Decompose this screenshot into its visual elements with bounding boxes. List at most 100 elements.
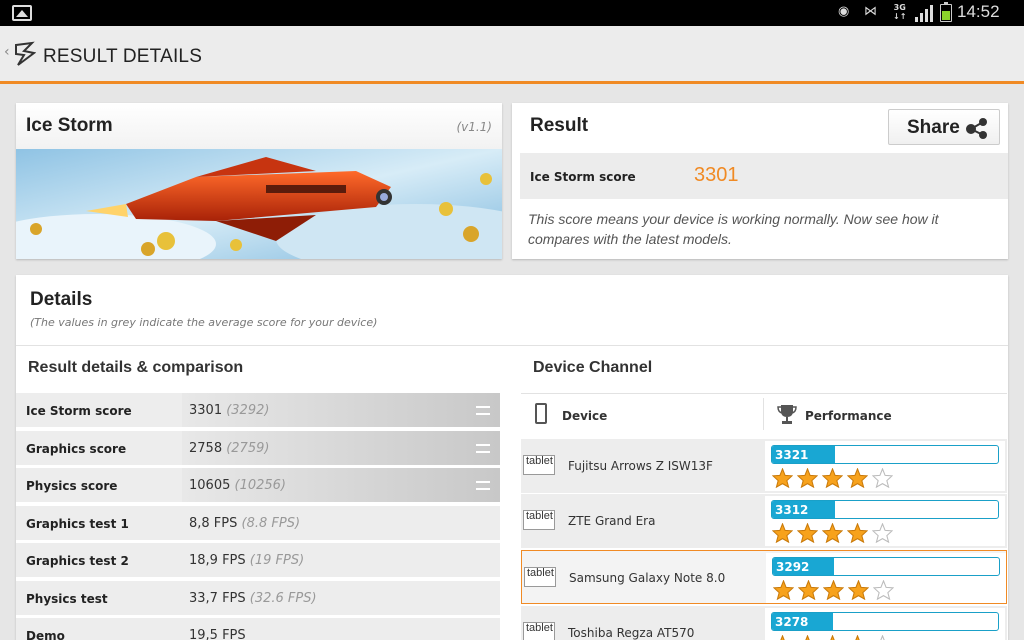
star-rating [772,579,898,601]
mute-icon: ⋈ [864,4,877,19]
device-score: 3312 [775,503,809,517]
3dmark-logo-icon[interactable] [14,41,36,67]
result-detail-value: 3301 (3292) [189,403,270,418]
benchmark-card: Ice Storm (v1.1) [16,103,502,259]
result-detail-label: Demo [26,629,65,640]
result-detail-value: 18,9 FPS (19 FPS) [189,553,305,568]
score-bar: 3321 [771,445,999,464]
device-thumbnail: tablet [523,455,555,475]
star-empty-icon [872,579,895,601]
star-filled-icon [772,634,793,640]
star-filled-icon [771,467,794,489]
star-empty-icon [871,467,894,489]
device-row[interactable]: tablet ZTE Grand Era 3312 [521,494,1007,548]
result-title: Result [530,115,589,136]
performance-cell: 3278 [765,608,1005,640]
phone-icon [535,403,547,424]
performance-cell: 3292 [766,553,1006,603]
back-chevron-icon[interactable]: ‹ [4,44,10,60]
device-thumbnail: tablet [524,567,556,587]
device-score: 3321 [775,448,809,462]
expand-icon[interactable] [476,443,490,453]
star-filled-icon [847,634,868,640]
average-value: (2759) [226,440,270,456]
result-detail-value: 19,5 FPS [189,628,246,640]
app-bar: ‹ RESULT DETAILS [0,26,1024,84]
device-thumbnail: tablet [523,622,555,640]
result-detail-value: 8,8 FPS (8.8 FPS) [189,515,301,531]
star-rating [772,634,897,640]
details-card: Details (The values in grey indicate the… [16,275,1008,640]
device-thumbnail: tablet [523,510,555,530]
share-button-label: Share [907,117,960,138]
expand-icon[interactable] [476,481,490,490]
star-rating [771,522,897,544]
trophy-icon [777,405,797,424]
result-detail-label: Graphics test 1 [26,516,129,531]
star-filled-icon [821,467,844,489]
result-detail-row[interactable]: Graphics score 2758 (2759) [16,430,500,467]
smart-stay-eye-icon: ◉ [838,4,850,19]
star-filled-icon [821,522,844,544]
ice-storm-banner-image [16,149,502,259]
result-detail-row: Demo 19,5 FPS [16,618,500,640]
device-column-label: Device [562,409,608,423]
result-detail-label: Physics test [26,591,108,606]
score-bar: 3278 [771,612,999,631]
result-detail-row[interactable]: Ice Storm score 3301 (3292) [16,393,500,429]
star-filled-icon [846,467,869,489]
benchmark-version: (v1.1) [456,120,492,134]
score-bar: 3312 [771,500,999,519]
score-bar: 3292 [772,557,1000,576]
result-card: Result Share Ice Storm score 3301 This s… [512,103,1008,259]
star-filled-icon [846,522,869,544]
device-channel-header: Device Performance [521,393,1007,433]
score-row: Ice Storm score 3301 [520,153,1008,199]
device-channel-title: Device Channel [533,359,653,376]
star-filled-icon [771,522,794,544]
average-value: (8.8 FPS) [241,515,301,531]
divider [763,398,764,430]
score-value: 3301 [694,164,739,186]
clock: 14:52 [957,2,1000,21]
star-filled-icon [797,634,818,640]
result-detail-value: 2758 (2759) [189,440,270,456]
device-score: 3278 [775,615,809,629]
star-empty-icon [872,634,893,640]
device-name: Fujitsu Arrows Z ISW13F [568,459,713,473]
star-empty-icon [871,522,894,544]
expand-icon[interactable] [476,406,490,415]
divider [16,345,1008,346]
device-score: 3292 [776,560,810,574]
page-title: RESULT DETAILS [43,46,203,67]
result-detail-row: Physics test 33,7 FPS (32.6 FPS) [16,580,500,617]
share-button[interactable]: Share [888,109,1000,145]
result-detail-value: 10605 (10256) [189,478,286,493]
performance-cell: 3312 [765,496,1005,546]
device-row-current[interactable]: tablet Samsung Galaxy Note 8.0 3292 [521,550,1007,604]
performance-cell: 3321 [765,441,1005,491]
details-title: Details [30,289,93,310]
result-detail-row[interactable]: Physics score 10605 (10256) [16,468,500,504]
average-value: (19 FPS) [249,553,305,568]
star-filled-icon [797,579,820,601]
network-type: 3G ↓↑ [893,3,907,21]
device-row[interactable]: tablet Fujitsu Arrows Z ISW13F 3321 [521,439,1007,493]
device-name: Toshiba Regza AT570 [568,626,695,640]
average-value: (32.6 FPS) [249,590,317,606]
star-filled-icon [822,634,843,640]
signal-strength-icon [915,5,933,22]
device-row[interactable]: tablet Toshiba Regza AT570 3278 [521,606,1007,640]
result-detail-row: Graphics test 2 18,9 FPS (19 FPS) [16,543,500,579]
gallery-notification-icon [12,5,32,21]
device-name: Samsung Galaxy Note 8.0 [569,571,726,585]
star-filled-icon [847,579,870,601]
result-detail-label: Ice Storm score [26,404,132,418]
result-detail-label: Graphics test 2 [26,554,129,568]
result-detail-label: Physics score [26,479,118,493]
result-detail-row: Graphics test 1 8,8 FPS (8.8 FPS) [16,505,500,542]
device-name: ZTE Grand Era [568,514,656,528]
details-subtitle: (The values in grey indicate the average… [30,316,378,329]
comparison-title: Result details & comparison [28,359,244,376]
average-value: (10256) [234,478,287,493]
